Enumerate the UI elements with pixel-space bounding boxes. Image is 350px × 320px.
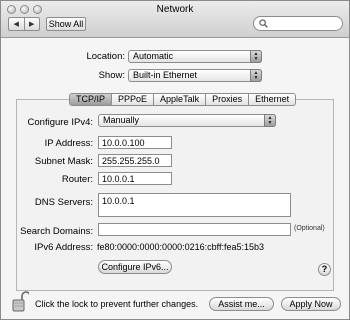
configure-ipv6-button[interactable]: Configure IPv6... <box>98 260 172 274</box>
help-button[interactable]: ? <box>318 263 331 276</box>
tab-pppoe[interactable]: PPPoE <box>111 94 153 105</box>
network-preferences-window: Network ◀ ▶ Show All Location: Automatic… <box>0 0 350 320</box>
configure-ipv4-popup[interactable]: Manually ▲ ▼ <box>98 114 276 127</box>
configure-ipv4-value: Manually <box>103 115 140 125</box>
tab-tcpip[interactable]: TCP/IP <box>70 94 112 105</box>
dns-servers-field[interactable]: 10.0.0.1 <box>98 193 291 217</box>
search-domains-label: Search Domains: <box>20 226 93 237</box>
title-bar: Network ◀ ▶ Show All <box>1 1 349 38</box>
location-popup[interactable]: Automatic ▲ ▼ <box>128 50 262 63</box>
subnet-mask-label: Subnet Mask: <box>34 156 93 167</box>
tab-bar: TCP/IP PPPoE AppleTalk Proxies Ethernet <box>69 93 297 106</box>
lock-message: Click the lock to prevent further change… <box>35 299 199 309</box>
dns-servers-label: DNS Servers: <box>34 197 93 208</box>
up-down-arrows-icon: ▲ ▼ <box>264 114 276 127</box>
tab-ethernet[interactable]: Ethernet <box>248 94 295 105</box>
show-value: Built-in Ethernet <box>133 70 198 80</box>
location-label: Location: <box>86 51 125 62</box>
show-all-button[interactable]: Show All <box>46 17 86 31</box>
lock-icon[interactable] <box>12 291 29 313</box>
ip-address-label: IP Address: <box>44 138 93 149</box>
location-value: Automatic <box>133 51 174 61</box>
subnet-mask-field[interactable] <box>98 154 172 167</box>
forward-button[interactable]: ▶ <box>23 18 40 30</box>
tab-appletalk[interactable]: AppleTalk <box>153 94 205 105</box>
up-down-arrows-icon: ▲ ▼ <box>250 50 262 63</box>
apply-now-button[interactable]: Apply Now <box>281 297 341 311</box>
window-title: Network <box>156 4 194 15</box>
tab-proxies[interactable]: Proxies <box>205 94 248 105</box>
configure-ipv4-label: Configure IPv4: <box>27 117 93 128</box>
router-field[interactable] <box>98 172 172 185</box>
optional-hint: (Optional) <box>294 225 325 232</box>
search-field[interactable] <box>253 16 343 31</box>
router-label: Router: <box>61 174 93 185</box>
ip-address-field[interactable] <box>98 136 172 149</box>
up-down-arrows-icon: ▲ ▼ <box>250 69 262 82</box>
search-input[interactable] <box>270 18 340 29</box>
back-arrow-icon: ◀ <box>13 21 19 28</box>
navigation-buttons: ◀ ▶ <box>8 17 40 31</box>
forward-arrow-icon: ▶ <box>29 21 35 28</box>
search-domains-field[interactable] <box>98 223 291 236</box>
assist-me-button[interactable]: Assist me... <box>209 297 274 311</box>
show-label: Show: <box>98 70 125 81</box>
back-button[interactable]: ◀ <box>9 18 24 30</box>
ipv6-address-label: IPv6 Address: <box>34 242 93 253</box>
ipv6-address-value: fe80:0000:0000:0000:0216:cbff:fea5:15b3 <box>97 242 264 252</box>
search-icon <box>259 19 268 28</box>
show-popup[interactable]: Built-in Ethernet ▲ ▼ <box>128 69 262 82</box>
